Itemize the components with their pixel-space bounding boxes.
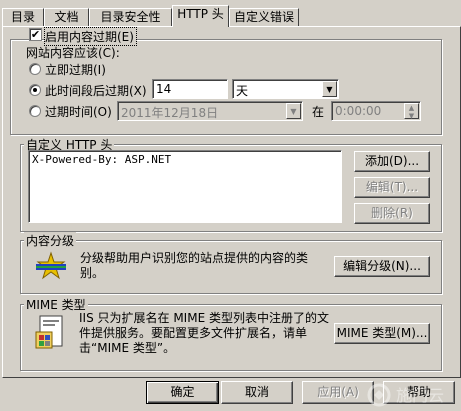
- content-rating-title: 内容分级: [24, 232, 77, 249]
- expire-unit-select[interactable]: 天 ▼: [232, 79, 339, 99]
- expire-on-label[interactable]: 过期时间(O): [45, 103, 112, 120]
- spinner-icon[interactable]: ▲ ▼: [404, 103, 419, 120]
- edit-ratings-button[interactable]: 编辑分级(N)...: [334, 256, 430, 277]
- expire-after-input[interactable]: 14: [152, 79, 228, 99]
- help-button[interactable]: 帮助: [383, 381, 455, 404]
- tab-custom-errors[interactable]: 自定义错误: [229, 8, 299, 26]
- expire-on-radio[interactable]: [29, 105, 41, 117]
- rating-icon: [34, 251, 68, 281]
- expire-after-radio[interactable]: [29, 84, 41, 96]
- at-label: 在: [312, 105, 325, 119]
- add-header-button[interactable]: 添加(D)...: [354, 151, 430, 172]
- expire-time-input[interactable]: 0:00:00 ▲ ▼: [331, 101, 421, 121]
- expire-immediately-radio[interactable]: [29, 63, 41, 75]
- mime-description: IIS 只为扩展名在 MIME 类型列表中注册了的文件提供服务。要配置更多文件扩…: [79, 311, 329, 355]
- edit-header-button[interactable]: 编辑(T)...: [354, 177, 430, 198]
- expiry-prompt: 网站内容应该(C):: [26, 46, 120, 60]
- tab-directory[interactable]: 目录: [2, 8, 44, 26]
- custom-headers-list[interactable]: X-Powered-By: ASP.NET: [28, 150, 342, 223]
- rating-description: 分级帮助用户识别您的站点提供的内容的类别。: [80, 251, 309, 280]
- tab-directory-security[interactable]: 目录安全性: [89, 8, 172, 26]
- chevron-down-icon[interactable]: ▼: [286, 103, 301, 119]
- tab-documents[interactable]: 文档: [44, 8, 89, 26]
- list-item[interactable]: X-Powered-By: ASP.NET: [32, 153, 338, 166]
- apply-button[interactable]: 应用(A): [302, 381, 374, 404]
- ok-button[interactable]: 确定: [146, 381, 219, 404]
- chevron-down-icon[interactable]: ▼: [322, 81, 337, 97]
- tab-http-headers[interactable]: HTTP 头: [172, 5, 229, 27]
- expire-immediately-label[interactable]: 立即过期(I): [45, 61, 106, 78]
- mime-types-button[interactable]: MIME 类型(M)...: [334, 323, 430, 344]
- enable-expiry-checkbox[interactable]: ✔: [29, 28, 42, 41]
- expire-after-label[interactable]: 此时间段后过期(X): [45, 82, 147, 99]
- delete-header-button[interactable]: 删除(R): [354, 203, 430, 224]
- cancel-button[interactable]: 取消: [221, 381, 293, 404]
- mime-document-icon: [34, 314, 68, 354]
- expire-date-picker[interactable]: 2011年12月18日 ▼: [117, 101, 303, 121]
